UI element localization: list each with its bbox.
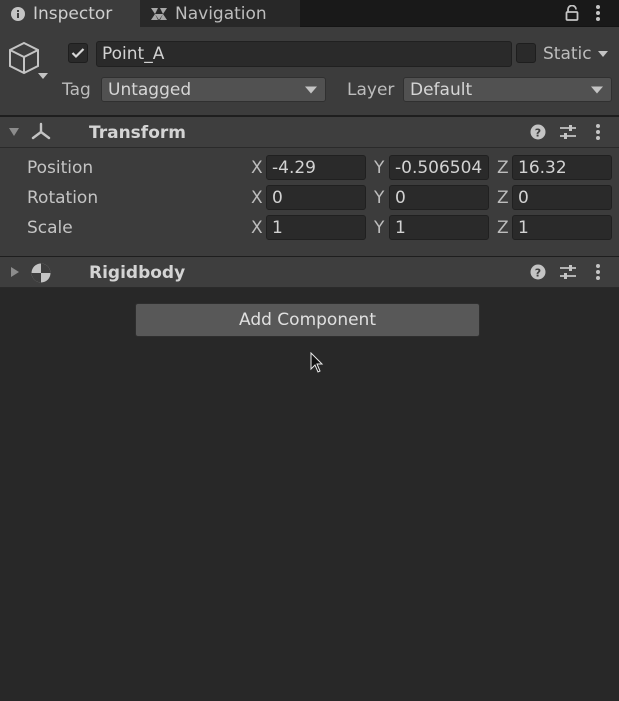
position-x-axis: X [251,158,263,178]
foldout-open-icon[interactable] [9,128,19,136]
transform-body: Position X -4.29 Y -0.506504 Z 16.32 Rot… [0,148,619,256]
rotation-z-axis: Z [497,188,509,208]
rotation-x-field[interactable]: 0 [266,185,366,210]
rotation-y-axis: Y [374,188,385,208]
help-icon[interactable]: ? [528,262,548,282]
position-x-value: -4.29 [272,157,316,178]
transform-header[interactable]: Transform ? [0,116,619,148]
navmesh-icon [151,7,167,20]
rigidbody-icon [30,262,52,288]
scale-y-axis: Y [374,218,385,238]
mouse-cursor-icon [310,351,324,378]
checkmark-icon [71,48,85,59]
svg-text:?: ? [535,267,541,280]
position-y-axis: Y [374,158,385,178]
tab-inspector[interactable]: Inspector [0,0,140,27]
rigidbody-header[interactable]: Rigidbody ? [0,256,619,288]
scale-y-field[interactable]: 1 [389,215,489,240]
rigidbody-title: Rigidbody [89,263,186,283]
scale-y-value: 1 [395,217,406,238]
tab-bar: Inspector Navigation [0,0,619,27]
scale-x-field[interactable]: 1 [266,215,366,240]
svg-text:?: ? [535,127,541,140]
gameobject-icon-dropdown-arrow[interactable] [38,73,48,79]
kebab-menu-icon[interactable] [588,122,608,142]
layer-value: Default [410,79,473,100]
object-name-value: Point_A [102,44,165,64]
scale-z-value: 1 [518,217,529,238]
position-y-value: -0.506504 [395,157,483,178]
info-icon [11,6,25,21]
gameobject-icon[interactable] [8,41,40,79]
object-name-field[interactable]: Point_A [96,41,512,67]
tag-dropdown[interactable]: Untagged [101,77,326,102]
chevron-down-icon [305,86,317,93]
rotation-x-value: 0 [272,187,283,208]
transform-title: Transform [89,123,186,143]
rotation-y-value: 0 [395,187,406,208]
rotation-x-axis: X [251,188,263,208]
position-z-value: 16.32 [518,157,567,178]
tab-inspector-label: Inspector [33,3,113,24]
active-checkbox[interactable] [68,43,88,63]
add-component-label: Add Component [238,310,376,330]
add-component-button[interactable]: Add Component [135,303,480,337]
scale-z-axis: Z [497,218,509,238]
tag-value: Untagged [108,79,192,100]
chevron-down-icon [591,86,603,93]
position-x-field[interactable]: -4.29 [266,155,366,180]
scale-x-axis: X [251,218,263,238]
position-y-field[interactable]: -0.506504 [389,155,489,180]
scale-label: Scale [27,218,73,238]
preset-icon[interactable] [558,262,578,282]
layer-dropdown[interactable]: Default [403,77,612,102]
transform-icon [30,122,52,146]
kebab-menu-icon[interactable] [588,262,608,282]
scale-z-field[interactable]: 1 [512,215,612,240]
help-icon[interactable]: ? [528,122,548,142]
preset-icon[interactable] [558,122,578,142]
lock-icon[interactable] [562,3,582,23]
inspector-header: Point_A Static Tag Untagged Layer Defaul… [0,27,619,116]
position-z-field[interactable]: 16.32 [512,155,612,180]
position-z-axis: Z [497,158,509,178]
kebab-menu-icon[interactable] [588,3,608,23]
static-dropdown-arrow[interactable] [598,51,608,57]
rotation-z-value: 0 [518,187,529,208]
tag-label: Tag [62,80,91,100]
static-checkbox[interactable] [516,43,536,63]
rotation-z-field[interactable]: 0 [512,185,612,210]
foldout-closed-icon[interactable] [11,267,19,277]
layer-label: Layer [347,80,395,100]
static-label: Static [543,44,592,64]
tab-navigation[interactable]: Navigation [140,0,300,27]
position-label: Position [27,158,94,178]
tab-navigation-label: Navigation [175,3,267,24]
rotation-y-field[interactable]: 0 [389,185,489,210]
scale-x-value: 1 [272,217,283,238]
rotation-label: Rotation [27,188,99,208]
